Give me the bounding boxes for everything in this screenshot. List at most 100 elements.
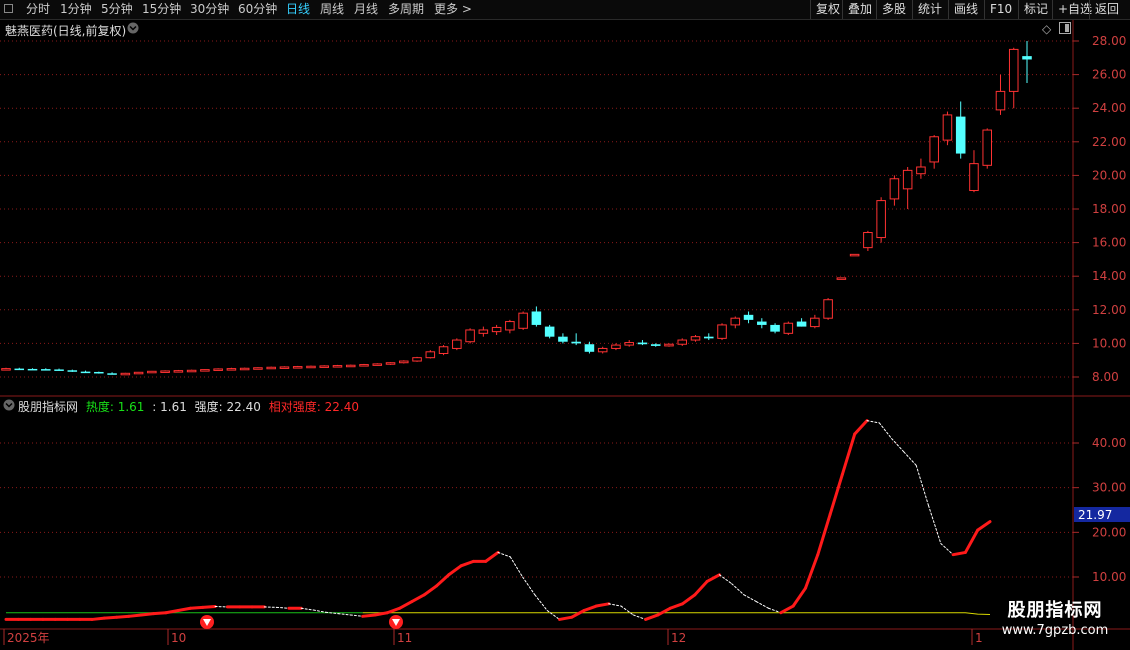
candle-body [969, 163, 979, 192]
candle-body [624, 342, 634, 346]
strength-line-falling [337, 613, 351, 616]
strength-line-rising [816, 512, 832, 557]
candle-body [982, 129, 992, 166]
candle-body [67, 370, 78, 372]
panel-toggle-icon[interactable] [1059, 22, 1071, 37]
candle [319, 365, 330, 368]
candle-body [147, 370, 157, 374]
candle [703, 333, 714, 341]
candle [571, 333, 581, 346]
candle [253, 367, 263, 370]
candle [399, 360, 409, 364]
candle [27, 368, 38, 371]
candle-body [677, 339, 688, 345]
candle-body [14, 368, 25, 371]
candle [796, 318, 807, 327]
candle-body [703, 336, 714, 339]
candle-body [836, 277, 847, 280]
strength-line-falling [620, 605, 634, 616]
candle [306, 365, 316, 369]
indicator-tick-label: 10.00 [1092, 570, 1126, 584]
strength-line-falling [891, 438, 905, 453]
candle-body [823, 299, 833, 319]
candle-body [849, 253, 860, 257]
strength-line-rising [152, 611, 168, 616]
candle [332, 364, 343, 368]
candle-body [253, 367, 263, 370]
candle [160, 370, 170, 373]
strength-line-rising [201, 604, 217, 609]
candle-body [292, 366, 303, 369]
candle-body [995, 90, 1006, 111]
candle-body [637, 342, 648, 345]
strength-line-falling [903, 451, 917, 466]
candle [889, 175, 900, 206]
candle-body [27, 368, 38, 371]
strength-line-rising [410, 593, 426, 604]
candle-body [54, 369, 64, 371]
strength-line-falling [313, 609, 327, 613]
diamond-icon[interactable]: ◇ [1042, 22, 1051, 36]
strength-line-falling [878, 422, 893, 440]
signal-marker [200, 615, 214, 629]
strength-line-falling [522, 576, 536, 596]
candle-body [531, 311, 542, 325]
candle-body [319, 365, 330, 368]
candle [955, 101, 966, 159]
candle-body [412, 357, 422, 362]
candle [491, 324, 502, 335]
price-tick-label: 18.00 [1092, 202, 1126, 216]
price-tick-label: 24.00 [1092, 101, 1126, 115]
strength-line-rising [828, 472, 844, 516]
date-tick-label: 12 [671, 631, 686, 645]
candle-body [425, 351, 436, 359]
candle-body [239, 367, 250, 371]
candle-body [438, 346, 449, 354]
candle [650, 343, 661, 347]
candle [942, 111, 953, 146]
strength-line-falling [731, 583, 745, 596]
strength-line-falling [755, 601, 770, 609]
date-tick-label: 11 [397, 631, 412, 645]
candle [624, 340, 634, 347]
candle-body [1008, 48, 1019, 92]
candle [279, 366, 290, 369]
strength-line-rising [447, 564, 463, 577]
candle-body [558, 336, 568, 342]
candle-body [385, 362, 396, 365]
candle [14, 367, 25, 371]
strength-label: 强度: [194, 400, 223, 414]
candle [664, 343, 674, 347]
strength-line-rising [484, 550, 500, 563]
candle-body [94, 371, 104, 374]
candle [173, 369, 184, 373]
candle-body [491, 326, 502, 333]
candle-body [863, 232, 873, 249]
current-value-text: 21.97 [1078, 508, 1112, 522]
price-tick-label: 10.00 [1092, 336, 1126, 350]
candle [995, 74, 1006, 115]
date-tick-label: 10 [171, 631, 186, 645]
candle-body [743, 314, 754, 320]
candle [823, 298, 833, 320]
candle-body [544, 326, 555, 337]
candle-body [664, 343, 674, 347]
indicator-tick-label: 40.00 [1092, 436, 1126, 450]
candlestick-series [1, 41, 1032, 376]
candle-body [359, 364, 369, 367]
indicator-tick-label: 30.00 [1092, 481, 1126, 495]
candle-body [279, 366, 290, 369]
candle [544, 324, 555, 339]
strength-value: 22.40 [226, 400, 261, 414]
candle [743, 311, 754, 324]
chevron-down-icon[interactable] [127, 22, 139, 37]
price-axis: 28.00 26.00 24.00 22.00 20.00 18.00 16.00 14.00… [1073, 34, 1126, 384]
stock-title: 魅燕医药(日线,前复权) [5, 24, 127, 38]
candle [505, 319, 515, 334]
candle [1022, 41, 1032, 83]
indicator-chevron-icon[interactable] [3, 399, 15, 414]
watermark-url: www.7gpzb.com [1001, 623, 1109, 638]
candle [783, 321, 794, 335]
candle-body [916, 166, 926, 175]
indicator-tick-label: 20.00 [1092, 525, 1126, 539]
